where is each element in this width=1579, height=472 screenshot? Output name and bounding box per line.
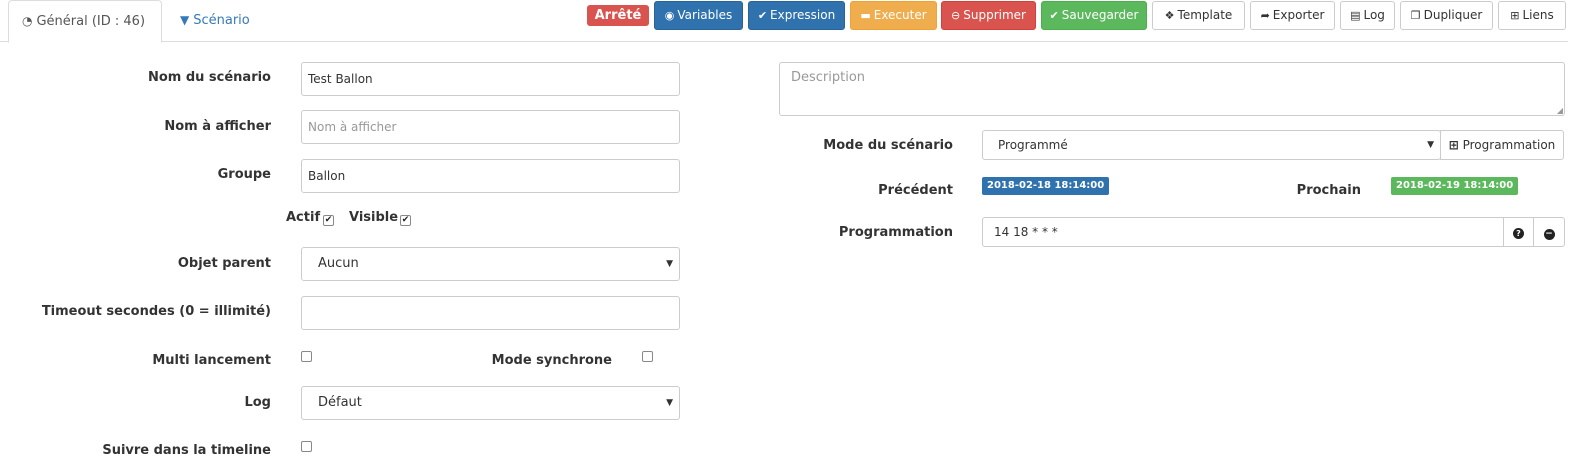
- timeout-label: Timeout secondes (0 = illimité): [41, 304, 271, 319]
- sauvegarder-button[interactable]: ✔ Sauvegarder: [1041, 1, 1147, 30]
- liens-button[interactable]: ⊞ Liens: [1498, 1, 1566, 30]
- mode-select[interactable]: Programmé ▼: [982, 130, 1441, 160]
- mode-label: Mode du scénario: [823, 138, 953, 153]
- afficher-label: Nom à afficher: [164, 119, 271, 134]
- multi-checkbox[interactable]: [301, 351, 312, 362]
- question-circle-icon: ?: [1513, 228, 1524, 239]
- sauvegarder-label: Sauvegarder: [1061, 8, 1139, 22]
- supprimer-button[interactable]: ⊖ Supprimer: [941, 1, 1036, 30]
- caret-down-icon: ▼: [666, 398, 673, 408]
- timeline-label: Suivre dans la timeline: [102, 443, 271, 458]
- actif-label: Actif: [286, 210, 321, 225]
- tab-general[interactable]: ◔ Général (ID : 46): [8, 0, 162, 43]
- prog-label: Programmation: [838, 225, 953, 240]
- tab-scenario-label: Scénario: [193, 13, 250, 28]
- sync-label: Mode synchrone: [491, 353, 612, 368]
- groupe-input[interactable]: Ballon: [301, 159, 680, 193]
- caret-down-icon: ▼: [1427, 140, 1434, 150]
- file-icon: ▤: [1350, 9, 1361, 22]
- dupliquer-label: Dupliquer: [1423, 8, 1483, 22]
- parent-select-value: Aucun: [318, 256, 359, 271]
- status-badge: Arrêté: [587, 5, 649, 26]
- log-label: Log: [1363, 8, 1385, 22]
- caret-down-icon: ▼: [666, 259, 673, 269]
- visible-checkbox[interactable]: ✔: [400, 215, 411, 226]
- multi-label: Multi lancement: [152, 353, 271, 368]
- sync-checkbox[interactable]: [642, 351, 653, 362]
- precedent-label: Précédent: [878, 183, 953, 198]
- variables-label: Variables: [677, 8, 733, 22]
- dashboard-icon: ◔: [22, 14, 33, 28]
- template-label: Template: [1177, 8, 1233, 22]
- gamepad-icon: ▬: [860, 9, 871, 22]
- actif-checkbox[interactable]: ✔: [323, 215, 334, 226]
- minus-circle-icon: ⊖: [951, 9, 961, 22]
- resize-handle-icon[interactable]: ◢: [1557, 106, 1563, 115]
- nom-label: Nom du scénario: [147, 70, 271, 85]
- prochain-badge: 2018-02-19 18:14:00: [1391, 177, 1519, 195]
- cubes-icon: ❖: [1164, 9, 1175, 22]
- executer-label: Executer: [873, 8, 927, 22]
- remove-button[interactable]: −: [1533, 217, 1565, 247]
- executer-button[interactable]: ▬ Executer: [850, 1, 937, 30]
- description-placeholder: Description: [791, 70, 866, 85]
- check-icon: ✔: [757, 9, 768, 22]
- log-select-value: Défaut: [318, 395, 362, 410]
- groupe-label: Groupe: [217, 167, 271, 182]
- precedent-badge: 2018-02-18 18:14:00: [982, 177, 1110, 195]
- share-icon: ➦: [1260, 9, 1270, 22]
- visible-label: Visible: [349, 210, 399, 225]
- programmation-button-label: Programmation: [1462, 138, 1556, 152]
- help-button[interactable]: ?: [1503, 217, 1534, 247]
- prochain-label: Prochain: [1296, 183, 1361, 198]
- exporter-label: Exporter: [1272, 8, 1325, 22]
- log-field-label: Log: [244, 395, 271, 410]
- timeout-input[interactable]: [301, 296, 680, 330]
- tab-scenario[interactable]: ▼ Scénario: [180, 0, 250, 42]
- sitemap-icon: ⊞: [1510, 9, 1520, 22]
- nom-input[interactable]: Test Ballon: [301, 62, 680, 96]
- template-button[interactable]: ❖ Template: [1152, 1, 1245, 30]
- variables-button[interactable]: ◉ Variables: [654, 1, 743, 30]
- mode-select-value: Programmé: [998, 138, 1068, 152]
- supprimer-label: Supprimer: [963, 8, 1026, 22]
- tab-general-label: Général (ID : 46): [36, 14, 146, 29]
- plus-square-icon: ⊞: [1448, 138, 1459, 152]
- log-select[interactable]: Défaut ▼: [301, 386, 680, 420]
- liens-label: Liens: [1522, 8, 1554, 22]
- description-textarea[interactable]: Description ◢: [779, 62, 1565, 116]
- parent-select[interactable]: Aucun ▼: [301, 247, 680, 281]
- expression-label: Expression: [770, 8, 836, 22]
- dupliquer-button[interactable]: ❐ Dupliquer: [1400, 1, 1493, 30]
- programmation-button[interactable]: ⊞ Programmation: [1440, 130, 1564, 160]
- exporter-button[interactable]: ➦ Exporter: [1250, 1, 1335, 30]
- eye-icon: ◉: [664, 9, 675, 22]
- minus-circle-icon: −: [1543, 229, 1555, 240]
- parent-label: Objet parent: [177, 256, 271, 271]
- expression-button[interactable]: ✔ Expression: [748, 1, 845, 30]
- afficher-input[interactable]: Nom à afficher: [301, 110, 680, 144]
- timeline-checkbox[interactable]: [301, 441, 312, 452]
- log-button[interactable]: ▤ Log: [1340, 1, 1395, 30]
- prog-input[interactable]: 14 18 * * *: [982, 217, 1504, 247]
- check-circle-icon: ✔: [1049, 9, 1059, 22]
- filter-icon: ▼: [180, 13, 190, 27]
- copy-icon: ❐: [1410, 9, 1421, 22]
